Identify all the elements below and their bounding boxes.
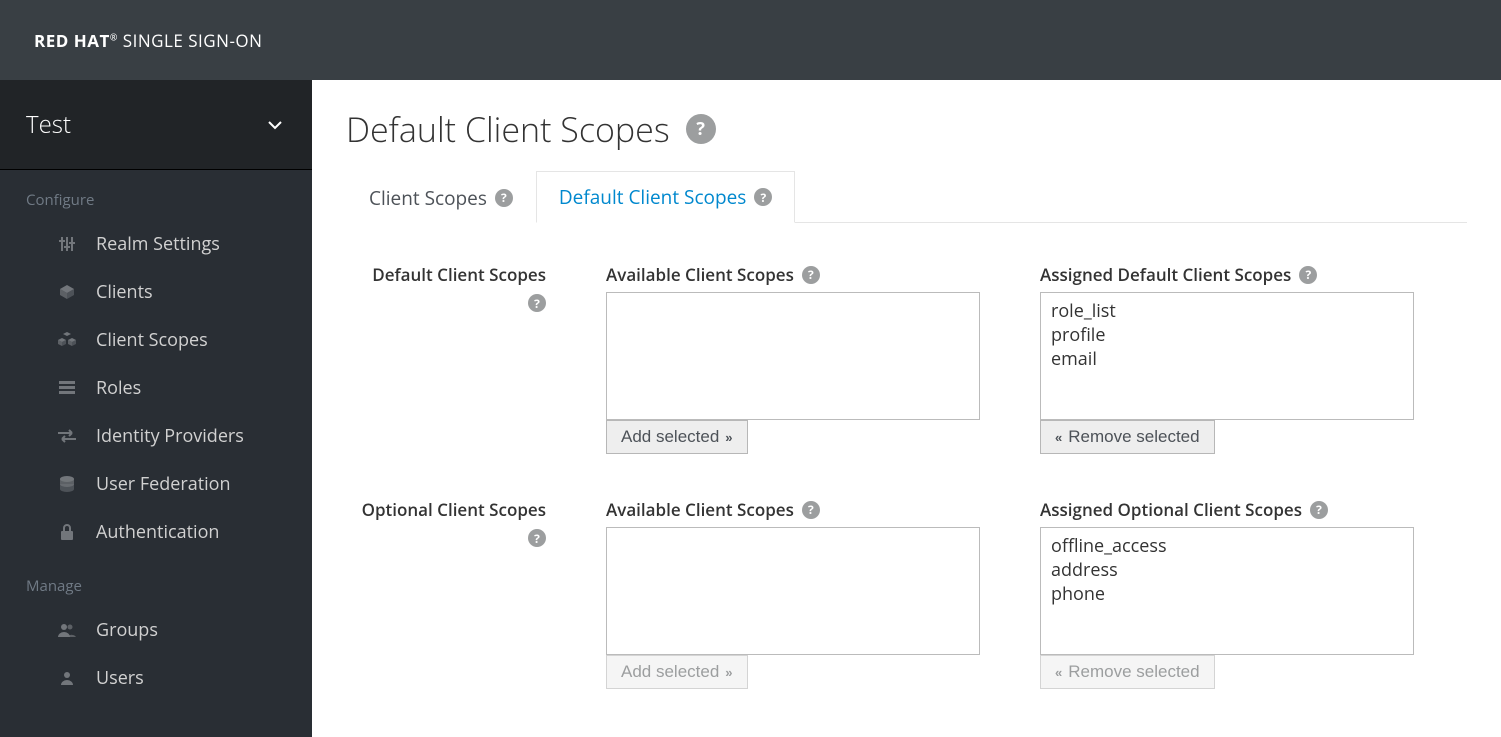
main-content: Default Client Scopes ? Client Scopes ? …	[312, 80, 1501, 737]
help-icon[interactable]: ?	[802, 501, 820, 519]
row-label-optional: Optional Client Scopes ?	[346, 498, 546, 689]
list-item[interactable]: profile	[1051, 323, 1403, 347]
sidebar-item-client-scopes[interactable]: Client Scopes	[0, 316, 312, 364]
available-optional-listbox[interactable]	[606, 527, 980, 655]
row-label-text: Default Client Scopes	[372, 263, 546, 286]
help-icon[interactable]: ?	[1299, 266, 1317, 284]
add-selected-default-button[interactable]: Add selected »	[606, 420, 748, 454]
chevron-right-icon: »	[725, 430, 732, 445]
exchange-icon	[56, 429, 78, 443]
sidebar-item-realm-settings[interactable]: Realm Settings	[0, 220, 312, 268]
col-assigned-optional: Assigned Optional Client Scopes ? offlin…	[1040, 498, 1414, 689]
assigned-default-listbox[interactable]: role_listprofileemail	[1040, 292, 1414, 420]
col-available-optional: Available Client Scopes ? Add selected »	[606, 498, 980, 689]
sidebar-item-groups[interactable]: Groups	[0, 606, 312, 654]
realm-selector[interactable]: Test	[0, 80, 312, 170]
help-icon[interactable]: ?	[495, 189, 513, 207]
help-icon[interactable]: ?	[686, 114, 716, 144]
assigned-label: Assigned Optional Client Scopes ?	[1040, 498, 1414, 521]
help-icon[interactable]: ?	[528, 294, 546, 312]
sidebar-item-label: Authentication	[96, 520, 219, 544]
help-icon[interactable]: ?	[754, 188, 772, 206]
available-label-text: Available Client Scopes	[606, 498, 794, 521]
list-icon	[56, 381, 78, 395]
user-icon	[56, 671, 78, 685]
sidebar: Test Configure Realm Settings Clients Cl…	[0, 80, 312, 737]
add-selected-optional-button[interactable]: Add selected »	[606, 655, 748, 689]
sidebar-item-label: Groups	[96, 618, 158, 642]
button-label: Remove selected	[1068, 427, 1199, 447]
brand-part1: RED HAT	[34, 29, 110, 52]
remove-selected-default-button[interactable]: « Remove selected	[1040, 420, 1215, 454]
sidebar-section-configure: Configure	[0, 170, 312, 220]
chevron-left-icon: «	[1055, 430, 1062, 445]
help-icon[interactable]: ?	[528, 529, 546, 547]
lock-icon	[56, 524, 78, 540]
tab-client-scopes[interactable]: Client Scopes ?	[346, 171, 536, 223]
assigned-label: Assigned Default Client Scopes ?	[1040, 263, 1414, 286]
list-item[interactable]: phone	[1051, 582, 1403, 606]
list-item[interactable]: role_list	[1051, 299, 1403, 323]
available-default-listbox[interactable]	[606, 292, 980, 420]
list-item[interactable]: address	[1051, 558, 1403, 582]
brand-part2: SINGLE SIGN-ON	[123, 29, 263, 52]
sidebar-item-clients[interactable]: Clients	[0, 268, 312, 316]
assigned-optional-listbox[interactable]: offline_accessaddressphone	[1040, 527, 1414, 655]
help-icon[interactable]: ?	[802, 266, 820, 284]
realm-name: Test	[26, 108, 71, 141]
available-label-text: Available Client Scopes	[606, 263, 794, 286]
chevron-down-icon	[268, 120, 282, 130]
list-item[interactable]: email	[1051, 347, 1403, 371]
available-label: Available Client Scopes ?	[606, 263, 980, 286]
tabs: Client Scopes ? Default Client Scopes ?	[346, 170, 1467, 223]
tab-label: Client Scopes	[369, 185, 487, 211]
sidebar-section-manage: Manage	[0, 556, 312, 606]
sidebar-item-label: User Federation	[96, 472, 231, 496]
brand-logo: RED HAT® SINGLE SIGN-ON	[34, 29, 262, 52]
row-optional-client-scopes: Optional Client Scopes ? Available Clien…	[346, 498, 1467, 689]
sidebar-item-label: Client Scopes	[96, 328, 208, 352]
sidebar-item-authentication[interactable]: Authentication	[0, 508, 312, 556]
cube-icon	[56, 284, 78, 300]
help-icon[interactable]: ?	[1310, 501, 1328, 519]
button-label: Remove selected	[1068, 662, 1199, 682]
sidebar-item-label: Roles	[96, 376, 141, 400]
users-icon	[56, 623, 78, 637]
cubes-icon	[56, 332, 78, 348]
page-title: Default Client Scopes ?	[346, 106, 1467, 152]
sliders-icon	[56, 236, 78, 252]
chevron-left-icon: «	[1055, 665, 1062, 680]
tab-default-client-scopes[interactable]: Default Client Scopes ?	[536, 171, 795, 223]
available-label: Available Client Scopes ?	[606, 498, 980, 521]
col-available-default: Available Client Scopes ? Add selected »	[606, 263, 980, 454]
remove-selected-optional-button[interactable]: « Remove selected	[1040, 655, 1215, 689]
database-icon	[56, 476, 78, 492]
row-label-default: Default Client Scopes ?	[346, 263, 546, 454]
sidebar-item-label: Clients	[96, 280, 153, 304]
sidebar-item-users[interactable]: Users	[0, 654, 312, 702]
row-default-client-scopes: Default Client Scopes ? Available Client…	[346, 263, 1467, 454]
row-label-text: Optional Client Scopes	[362, 498, 546, 521]
tab-label: Default Client Scopes	[559, 184, 746, 210]
sidebar-item-label: Users	[96, 666, 144, 690]
sidebar-item-identity-providers[interactable]: Identity Providers	[0, 412, 312, 460]
brand-trademark: ®	[110, 30, 118, 43]
sidebar-item-label: Identity Providers	[96, 424, 244, 448]
list-item[interactable]: offline_access	[1051, 534, 1403, 558]
col-assigned-default: Assigned Default Client Scopes ? role_li…	[1040, 263, 1414, 454]
topbar: RED HAT® SINGLE SIGN-ON	[0, 0, 1501, 80]
sidebar-item-roles[interactable]: Roles	[0, 364, 312, 412]
button-label: Add selected	[621, 662, 719, 682]
sidebar-item-user-federation[interactable]: User Federation	[0, 460, 312, 508]
page-title-text: Default Client Scopes	[346, 106, 670, 152]
chevron-right-icon: »	[725, 665, 732, 680]
assigned-label-text: Assigned Default Client Scopes	[1040, 263, 1291, 286]
assigned-label-text: Assigned Optional Client Scopes	[1040, 498, 1302, 521]
sidebar-item-label: Realm Settings	[96, 232, 220, 256]
button-label: Add selected	[621, 427, 719, 447]
